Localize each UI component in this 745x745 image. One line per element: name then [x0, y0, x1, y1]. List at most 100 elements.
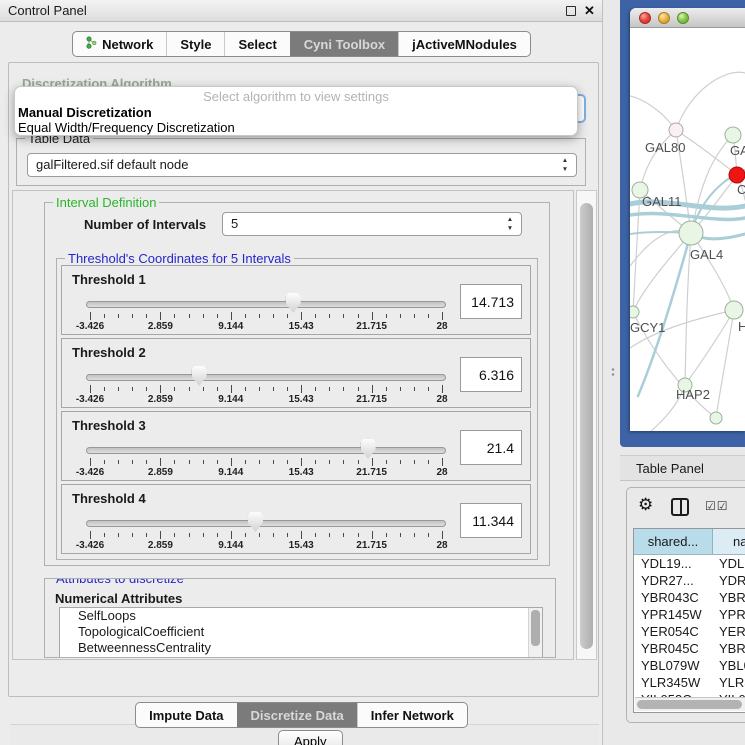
- tab-infer-network[interactable]: Infer Network: [357, 703, 467, 727]
- table-row[interactable]: YLR345WYLR3...: [634, 674, 745, 691]
- menu-item-equal-width-frequency-discretization[interactable]: Equal Width/Frequency Discretization: [15, 120, 577, 135]
- tick-mark: [400, 387, 401, 391]
- tick-mark: [287, 387, 288, 391]
- tick-mark: [217, 460, 218, 464]
- tick-mark: [301, 458, 302, 466]
- network-canvas[interactable]: GAL80GACGAL11GAL4GCY1HHAP2: [630, 28, 745, 431]
- tick-mark: [146, 387, 147, 391]
- checkbox-icons[interactable]: ☑☑: [705, 499, 729, 513]
- stepper-icon[interactable]: ▲▼: [505, 215, 515, 235]
- threshold-list: Threshold 1-3.4262.8599.14415.4321.71528…: [61, 265, 531, 557]
- scrollbar-thumb[interactable]: [637, 700, 742, 709]
- close-button[interactable]: [639, 12, 651, 24]
- table-row[interactable]: YDR27...YDR2...: [634, 572, 745, 589]
- slider-track[interactable]: [86, 520, 446, 527]
- control-panel-titlebar: Control Panel ✕: [0, 0, 602, 22]
- tick-mark: [372, 531, 373, 539]
- tick-mark: [442, 385, 443, 393]
- number-of-intervals-value: 5: [231, 216, 238, 231]
- tick-mark: [428, 533, 429, 537]
- tab-discretize-data[interactable]: Discretize Data: [237, 703, 357, 727]
- tick-mark: [245, 460, 246, 464]
- float-window-icon[interactable]: [566, 6, 576, 16]
- panel-divider-grip[interactable]: [610, 367, 616, 378]
- network-node-selected-red[interactable]: [729, 167, 745, 183]
- bottom-tab-bar: Impute DataDiscretize DataInfer Network: [135, 702, 468, 728]
- threshold-value-field[interactable]: [460, 284, 522, 319]
- network-node-gal4[interactable]: [679, 221, 703, 245]
- table-data-value: galFiltered.sif default node: [36, 157, 188, 172]
- list-item-topologicalcoefficient[interactable]: TopologicalCoefficient: [60, 624, 542, 640]
- tab-impute-data[interactable]: Impute Data: [136, 703, 236, 727]
- gear-icon[interactable]: ⚙: [638, 496, 653, 513]
- list-item-selfloops[interactable]: SelfLoops: [60, 608, 542, 624]
- slider-thumb[interactable]: [248, 512, 263, 532]
- table-row[interactable]: YDL19...YDL1...: [634, 555, 745, 572]
- tick-mark: [273, 533, 274, 537]
- network-node-ga[interactable]: [725, 127, 741, 143]
- scrollbar-thumb[interactable]: [580, 203, 593, 649]
- zoom-button[interactable]: [677, 12, 689, 24]
- table-horizontal-scrollbar[interactable]: [635, 697, 745, 711]
- tab-cyni-toolbox[interactable]: Cyni Toolbox: [290, 32, 398, 56]
- column-header-name[interactable]: na: [713, 529, 745, 554]
- threshold-label: Threshold 2: [72, 345, 146, 360]
- tick-mark: [146, 460, 147, 464]
- network-node-gal80[interactable]: [669, 123, 683, 137]
- table-row[interactable]: YPR145WYPR1...: [634, 606, 745, 623]
- tab-select[interactable]: Select: [224, 32, 289, 56]
- tick-label: 28: [414, 540, 470, 551]
- settings-scrollbar[interactable]: [576, 190, 597, 660]
- node-label: GCY1: [630, 320, 665, 335]
- table-row[interactable]: YBR045CYBR0...: [634, 640, 745, 657]
- tick-mark: [231, 531, 232, 539]
- network-node-gcy1[interactable]: [630, 306, 639, 318]
- network-node-partial-bottom[interactable]: [710, 412, 722, 424]
- table-row[interactable]: YBR043CYBR0...: [634, 589, 745, 606]
- column-header-shared-name[interactable]: shared...: [634, 529, 713, 554]
- cell-shared-name: YDR27...: [634, 572, 713, 589]
- threshold-value-field[interactable]: [460, 357, 522, 392]
- column-layout-icon[interactable]: [671, 498, 689, 516]
- tick-mark: [146, 314, 147, 318]
- table-row[interactable]: YER054CYER0...: [634, 623, 745, 640]
- number-of-intervals-combobox[interactable]: 5 ▲▼: [222, 212, 522, 236]
- tab-jactivemnodules[interactable]: jActiveMNodules: [398, 32, 530, 56]
- menu-item-manual-discretization[interactable]: Manual Discretization: [15, 105, 577, 120]
- table-data-combobox[interactable]: galFiltered.sif default node ▲▼: [27, 153, 577, 177]
- tick-label: -3.426: [62, 540, 118, 551]
- tab-network[interactable]: Network: [73, 32, 166, 56]
- threshold-panel-threshold-3: Threshold 3-3.4262.8599.14415.4321.71528: [61, 411, 531, 481]
- close-icon[interactable]: ✕: [584, 0, 595, 22]
- slider-track[interactable]: [86, 374, 446, 381]
- network-edge: [676, 72, 745, 130]
- slider-track[interactable]: [86, 301, 446, 308]
- network-window: GAL80GACGAL11GAL4GCY1HHAP2: [630, 8, 745, 431]
- cell-name: YBR0...: [713, 640, 745, 657]
- list-item-betweennesscentrality[interactable]: BetweennessCentrality: [60, 640, 542, 656]
- tick-mark: [217, 314, 218, 318]
- tab-style[interactable]: Style: [166, 32, 224, 56]
- slider-thumb[interactable]: [361, 439, 376, 459]
- tick-mark: [90, 458, 91, 466]
- threshold-value-field[interactable]: [460, 430, 522, 465]
- network-node-h[interactable]: [725, 301, 743, 319]
- scrollbar-thumb[interactable]: [531, 610, 540, 646]
- threshold-value-field[interactable]: [460, 503, 522, 538]
- stepper-icon[interactable]: ▲▼: [560, 156, 570, 176]
- apply-button[interactable]: Apply: [278, 730, 343, 745]
- network-edge: [633, 233, 691, 312]
- tick-mark: [245, 533, 246, 537]
- tick-mark: [104, 533, 105, 537]
- tick-label: 28: [414, 394, 470, 405]
- network-window-frame: GAL80GACGAL11GAL4GCY1HHAP2: [620, 0, 745, 447]
- slider-track[interactable]: [86, 447, 446, 454]
- tick-mark: [301, 312, 302, 320]
- minimize-button[interactable]: [658, 12, 670, 24]
- tick-mark: [414, 314, 415, 318]
- tick-mark: [442, 458, 443, 466]
- table-row[interactable]: YBL079WYBL0...: [634, 657, 745, 674]
- slider-thumb[interactable]: [286, 293, 301, 313]
- slider-thumb[interactable]: [192, 366, 207, 386]
- attributes-list-scrollbar[interactable]: [528, 608, 542, 657]
